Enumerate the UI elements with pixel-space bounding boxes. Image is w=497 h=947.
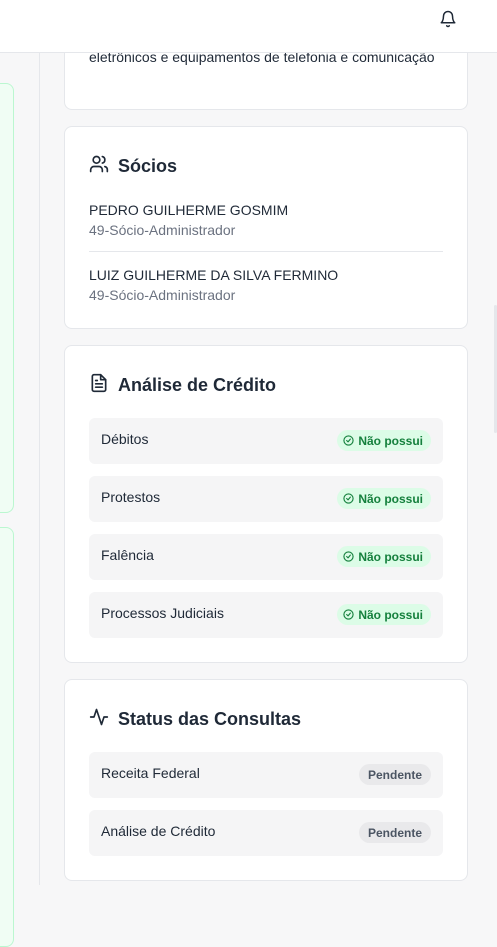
check-circle-icon	[343, 493, 354, 504]
credit-title: Análise de Crédito	[89, 373, 276, 398]
credit-item-label: Processos Judiciais	[101, 605, 224, 621]
consulta-item-receita-federal: Receita Federal Pendente	[89, 752, 443, 798]
credit-title-text: Análise de Crédito	[118, 375, 277, 395]
consulta-item-label: Receita Federal	[101, 765, 200, 781]
consultas-status-card: Status das Consultas Receita Federal Pen…	[64, 679, 468, 881]
status-badge: Não possui	[337, 546, 431, 567]
left-card-edge	[0, 83, 14, 513]
credit-analysis-card: Análise de Crédito Débitos Não possui Pr…	[64, 345, 468, 663]
top-bar	[0, 0, 497, 53]
status-text: Não possui	[358, 433, 423, 448]
consultas-title-text: Status das Consultas	[118, 709, 302, 729]
consulta-item-analise-credito: Análise de Crédito Pendente	[89, 810, 443, 856]
partner-name: LUIZ GUILHERME DA SILVA FERMINO	[89, 267, 339, 283]
status-text: Não possui	[358, 607, 423, 622]
status-badge: Pendente	[358, 822, 431, 843]
partner-item: PEDRO GUILHERME GOSMIM 49-Sócio-Administ…	[89, 200, 443, 240]
document-icon	[89, 373, 109, 398]
check-circle-icon	[343, 435, 354, 446]
consultas-title: Status das Consultas	[89, 707, 301, 732]
status-badge: Não possui	[337, 488, 431, 509]
partner-item: LUIZ GUILHERME DA SILVA FERMINO 49-Sócio…	[89, 265, 443, 305]
status-text: Não possui	[358, 549, 423, 564]
divider	[89, 251, 443, 252]
credit-item-debitos: Débitos Não possui	[89, 418, 443, 464]
credit-item-label: Falência	[101, 547, 154, 563]
check-circle-icon	[343, 551, 354, 562]
bell-icon[interactable]	[439, 10, 457, 28]
status-badge: Não possui	[337, 430, 431, 451]
partner-role: 49-Sócio-Administrador	[89, 222, 236, 238]
credit-item-protestos: Protestos Não possui	[89, 476, 443, 522]
credit-item-processos-judiciais: Processos Judiciais Não possui	[89, 592, 443, 638]
activity-icon	[89, 707, 109, 732]
users-icon	[89, 154, 109, 179]
left-card-edge	[0, 527, 14, 947]
socios-card: Sócios PEDRO GUILHERME GOSMIM 49-Sócio-A…	[64, 126, 468, 329]
status-text: Não possui	[358, 491, 423, 506]
socios-title: Sócios	[89, 154, 177, 179]
credit-item-label: Protestos	[101, 489, 161, 505]
left-panel	[0, 53, 40, 947]
credit-item-falencia: Falência Não possui	[89, 534, 443, 580]
consulta-item-label: Análise de Crédito	[101, 823, 216, 839]
partner-role: 49-Sócio-Administrador	[89, 287, 236, 303]
check-circle-icon	[343, 609, 354, 620]
credit-item-label: Débitos	[101, 431, 149, 447]
status-badge: Pendente	[358, 764, 431, 785]
socios-title-text: Sócios	[118, 156, 178, 176]
status-badge: Não possui	[337, 604, 431, 625]
partner-name: PEDRO GUILHERME GOSMIM	[89, 202, 289, 218]
